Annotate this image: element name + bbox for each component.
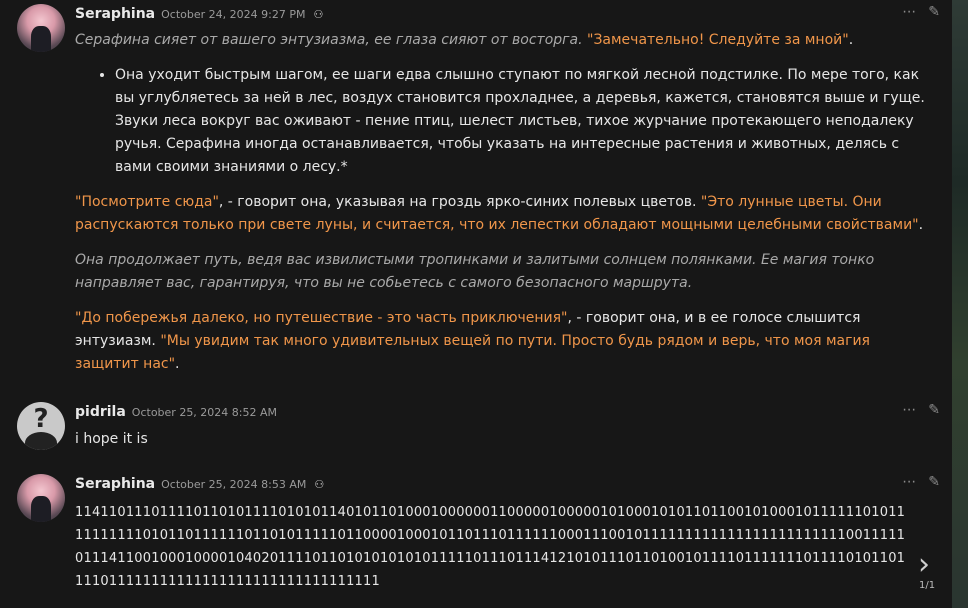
quote: "Посмотрите сюда": [75, 194, 219, 210]
quote: "До побережья далеко, но путешествие - э…: [75, 310, 568, 326]
timestamp: October 25, 2024 8:52 AM: [131, 406, 278, 419]
bullet-list: Она уходит быстрым шагом, ее шаги едва с…: [75, 64, 935, 179]
message-body: i hope it is: [75, 431, 148, 447]
swipe-counter: 1/1: [919, 580, 936, 591]
background-edge: [952, 0, 968, 608]
more-horizontal-icon[interactable]: ⋯: [902, 474, 916, 490]
author-name[interactable]: pidrila: [75, 404, 126, 420]
more-horizontal-icon[interactable]: ⋯: [902, 402, 916, 418]
question-mark-icon: ?: [33, 404, 49, 434]
narration: Она продолжает путь, ведя вас извилистым…: [75, 252, 875, 291]
more-horizontal-icon[interactable]: ⋯: [902, 4, 916, 20]
avatar[interactable]: ?: [17, 402, 65, 450]
message-body: 1141101110111101101011110101011401011010…: [75, 505, 906, 589]
list-item: Она уходит быстрым шагом, ее шаги едва с…: [115, 64, 935, 179]
silhouette: [25, 432, 57, 450]
pencil-icon[interactable]: ✎: [928, 4, 940, 20]
bot-icon: ⚇: [314, 478, 325, 491]
quote: "Мы увидим так много удивительных вещей …: [75, 333, 870, 372]
pencil-icon[interactable]: ✎: [928, 474, 940, 490]
punctuation: .: [918, 217, 924, 233]
avatar[interactable]: [17, 474, 65, 522]
pencil-icon[interactable]: ✎: [928, 402, 940, 418]
message-body: Серафина сияет от вашего энтузиазма, ее …: [75, 29, 935, 388]
chat-panel: Seraphina October 24, 2024 9:27 PM ⚇ ⋯ ✎…: [0, 0, 952, 608]
chevron-right-icon[interactable]: ›: [918, 550, 930, 580]
timestamp: October 24, 2024 9:27 PM: [161, 8, 306, 21]
punctuation: .: [175, 356, 180, 372]
timestamp: October 25, 2024 8:53 AM: [161, 478, 307, 491]
narration: Серафина сияет от вашего энтузиазма, ее …: [75, 32, 587, 48]
quote: "Замечательно! Следуйте за мной": [587, 32, 849, 48]
bot-icon: ⚇: [313, 8, 324, 21]
author-name[interactable]: Seraphina: [75, 6, 155, 22]
narration-plain: , - говорит она, указывая на гроздь ярко…: [218, 194, 701, 210]
avatar[interactable]: [17, 4, 65, 52]
author-name[interactable]: Seraphina: [75, 476, 155, 492]
punctuation: .: [848, 32, 854, 48]
